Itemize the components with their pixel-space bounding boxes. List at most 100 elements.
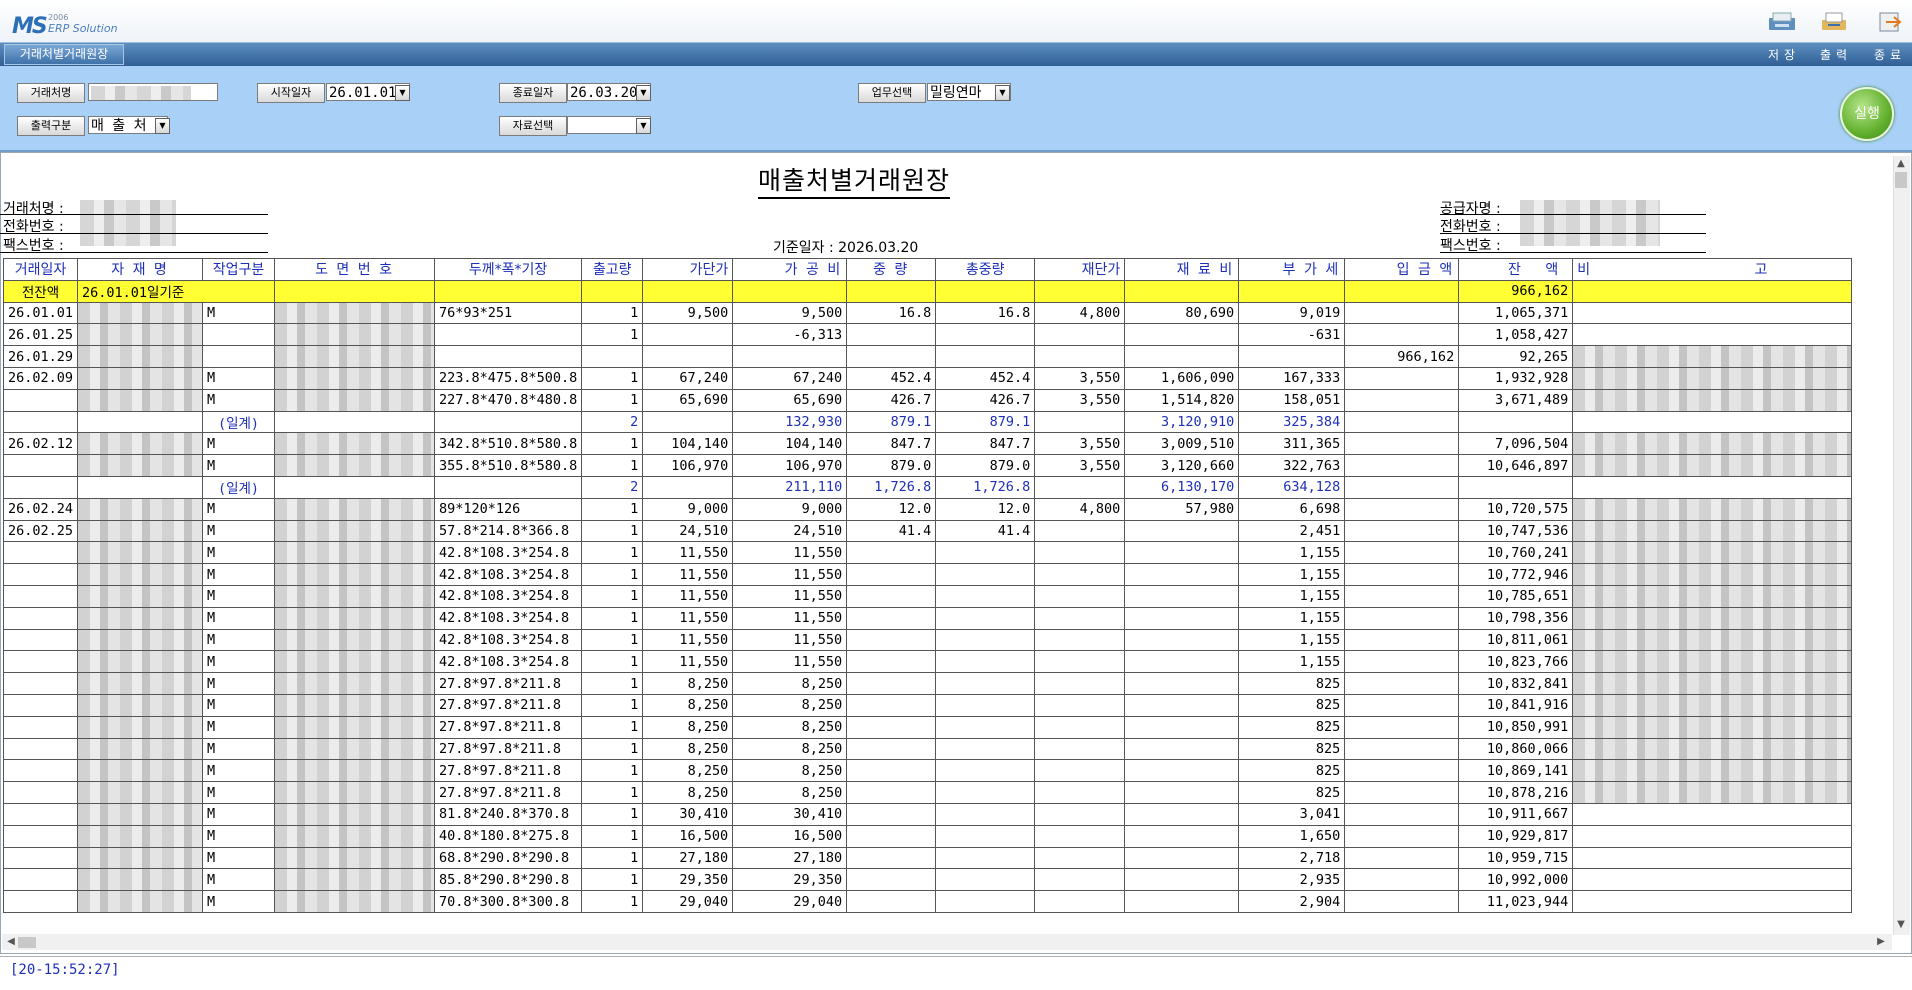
cell-mat_name-redacted bbox=[77, 323, 204, 347]
exit-button[interactable]: 종료 bbox=[1874, 46, 1906, 63]
cell-rem bbox=[1572, 301, 1853, 325]
business-label-button[interactable]: 업무선택 bbox=[858, 83, 926, 103]
cell-vat: 2,451 bbox=[1238, 519, 1346, 543]
cell-unit: 8,250 bbox=[642, 693, 734, 717]
start-date-dropdown-icon[interactable]: ▼ bbox=[395, 85, 410, 101]
cell-unit: 8,250 bbox=[642, 715, 734, 739]
cell-work: M bbox=[202, 672, 276, 695]
cell-drawing-redacted bbox=[274, 519, 436, 543]
data-select-dropdown-icon[interactable]: ▼ bbox=[636, 118, 651, 134]
cell-unit: 106,970 bbox=[642, 454, 734, 477]
client-label-button[interactable]: 거래처명 bbox=[17, 83, 85, 103]
cell-bal: 10,850,991 bbox=[1458, 715, 1574, 739]
cell-dep bbox=[1344, 606, 1460, 630]
cell-twt bbox=[935, 715, 1036, 739]
cell-drawing-redacted bbox=[274, 781, 436, 804]
horizontal-scrollbar[interactable] bbox=[2, 934, 1892, 950]
cell-mat_name-redacted bbox=[77, 366, 204, 390]
cell-unit: 24,510 bbox=[642, 519, 734, 543]
cell-dep bbox=[1344, 301, 1460, 325]
col-material: 자 재 명 bbox=[77, 258, 204, 281]
cell-date bbox=[2, 846, 79, 870]
table-row: M 27.8*97.8*211.8 1 8,250 8,250 825 10,860,066 bbox=[2, 737, 1853, 761]
cell-dep bbox=[1344, 410, 1460, 434]
run-button[interactable]: 실행 bbox=[1840, 87, 1894, 141]
cell-proc: 8,250 bbox=[732, 715, 848, 739]
cell-qty: 1 bbox=[581, 323, 644, 347]
cell-dep bbox=[1344, 628, 1460, 652]
cell-mat_name-redacted bbox=[77, 846, 204, 870]
print-button[interactable]: 출력 bbox=[1820, 46, 1852, 63]
cell-date: 26.02.25 bbox=[2, 519, 79, 543]
underline bbox=[1440, 214, 1706, 215]
cell-proc: 30,410 bbox=[732, 802, 848, 826]
cell-mu bbox=[1034, 323, 1126, 347]
vertical-scroll-thumb[interactable] bbox=[1895, 172, 1907, 188]
filter-panel bbox=[0, 66, 1912, 152]
business-dropdown-icon[interactable]: ▼ bbox=[995, 85, 1010, 101]
vertical-scrollbar[interactable] bbox=[1893, 156, 1910, 935]
start-date-label-button[interactable]: 시작일자 bbox=[257, 83, 325, 103]
cell-drawing-redacted bbox=[274, 454, 436, 477]
cell-mu bbox=[1034, 541, 1126, 565]
cell-mat bbox=[1124, 345, 1240, 368]
cell-wt bbox=[846, 868, 937, 892]
cell-twt bbox=[935, 584, 1036, 608]
tab-ledger[interactable]: 거래처별거래원장 bbox=[4, 44, 124, 65]
empty-cell bbox=[434, 279, 583, 303]
cell-twt: 847.7 bbox=[935, 432, 1036, 456]
cell-qty: 1 bbox=[581, 432, 644, 456]
cell-work: M bbox=[202, 759, 276, 783]
cell-drawing-redacted bbox=[274, 584, 436, 608]
cell-twt bbox=[935, 628, 1036, 652]
cell-wt bbox=[846, 584, 937, 608]
scroll-left-icon[interactable]: ◀ bbox=[4, 934, 18, 950]
table-row: M 355.8*510.8*580.8 1 106,970 106,970 879.0 87… bbox=[2, 454, 1853, 477]
cell-proc: 24,510 bbox=[732, 519, 848, 543]
cell-unit: 65,690 bbox=[642, 388, 734, 412]
cell-wt: 16.8 bbox=[846, 301, 937, 325]
save-icon[interactable] bbox=[1766, 10, 1800, 34]
cell-proc: 8,250 bbox=[732, 737, 848, 761]
scroll-up-icon[interactable]: ▲ bbox=[1894, 156, 1908, 172]
cell-work: M bbox=[202, 890, 276, 913]
print-icon[interactable] bbox=[1818, 10, 1852, 34]
save-button[interactable]: 저장 bbox=[1768, 46, 1800, 63]
cell-unit: 9,500 bbox=[642, 301, 734, 325]
cell-mat bbox=[1124, 781, 1240, 804]
cell-work: M bbox=[202, 584, 276, 608]
cell-mu bbox=[1034, 737, 1126, 761]
cell-mu bbox=[1034, 693, 1126, 717]
cell-vat: 634,128 bbox=[1238, 475, 1346, 499]
cell-mat_name-redacted bbox=[77, 388, 204, 412]
cell-mat: 3,120,910 bbox=[1124, 410, 1240, 434]
data-select-label-button[interactable]: 자료선택 bbox=[499, 116, 567, 136]
col-dimension: 두께*폭*기장 bbox=[434, 258, 583, 281]
cell-date bbox=[2, 410, 79, 434]
cell-rem-redacted bbox=[1572, 366, 1853, 390]
exit-icon[interactable] bbox=[1872, 10, 1906, 34]
cell-mu bbox=[1034, 519, 1126, 543]
cell-date bbox=[2, 454, 79, 477]
scroll-down-icon[interactable]: ▼ bbox=[1894, 917, 1908, 933]
client-input[interactable] bbox=[88, 83, 218, 101]
output-type-dropdown-icon[interactable]: ▼ bbox=[155, 118, 170, 134]
end-date-dropdown-icon[interactable]: ▼ bbox=[636, 85, 651, 101]
cell-rem-redacted bbox=[1572, 388, 1853, 412]
cell-dep bbox=[1344, 781, 1460, 804]
cell-wt bbox=[846, 802, 937, 826]
cell-qty: 1 bbox=[581, 301, 644, 325]
cell-drawing bbox=[274, 410, 436, 434]
cell-mat: 1,606,090 bbox=[1124, 366, 1240, 390]
cell-drawing-redacted bbox=[274, 715, 436, 739]
cell-date bbox=[2, 693, 79, 717]
scroll-right-icon[interactable]: ▶ bbox=[1874, 934, 1888, 950]
output-type-label-button[interactable]: 출력구분 bbox=[17, 116, 85, 136]
cell-bal: 1,058,427 bbox=[1458, 323, 1574, 347]
end-date-label-button[interactable]: 종료일자 bbox=[499, 83, 567, 103]
cell-proc: 8,250 bbox=[732, 781, 848, 804]
cell-vat: 1,155 bbox=[1238, 628, 1346, 652]
cell-proc: 211,110 bbox=[732, 475, 848, 499]
cell-twt bbox=[935, 890, 1036, 913]
horizontal-scroll-thumb[interactable] bbox=[18, 937, 36, 948]
